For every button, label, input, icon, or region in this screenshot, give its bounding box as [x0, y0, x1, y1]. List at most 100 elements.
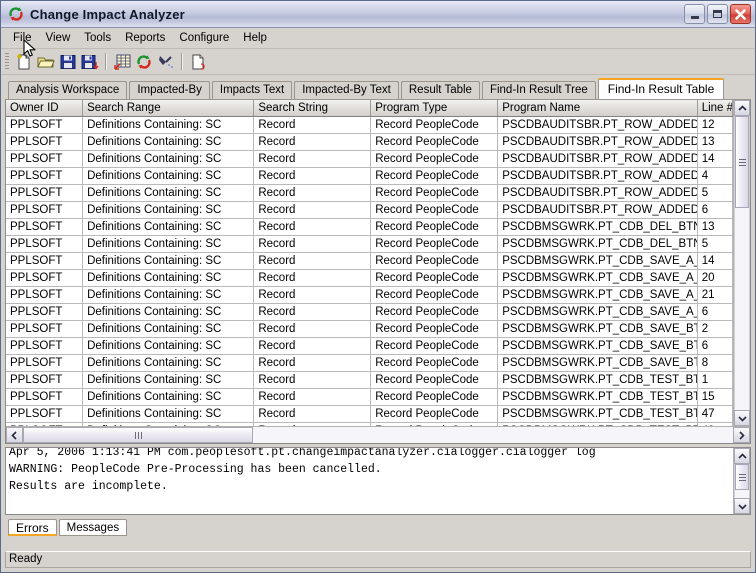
- log-tab-errors[interactable]: Errors: [8, 519, 57, 536]
- log-scroll-thumb[interactable]: [735, 464, 749, 490]
- tab-result-table[interactable]: Result Table: [400, 81, 480, 99]
- table-row[interactable]: PPLSOFT Definitions Containing: SC Recor…: [6, 150, 733, 168]
- table-row[interactable]: PPLSOFT Definitions Containing: SC Recor…: [6, 354, 733, 372]
- open-button[interactable]: [35, 51, 57, 73]
- cell-owner-id: PPLSOFT: [6, 252, 84, 270]
- menu-item-configure[interactable]: Configure: [172, 30, 236, 47]
- log-scroll-down-button[interactable]: [734, 498, 750, 514]
- cell-program-type: Record PeopleCode: [370, 405, 499, 423]
- table-horizontal-scrollbar[interactable]: [6, 426, 750, 443]
- toolbar-grip[interactable]: [5, 52, 9, 71]
- table-row[interactable]: PPLSOFT Definitions Containing: SC Recor…: [6, 388, 733, 406]
- tab-impacted-by[interactable]: Impacted-By: [129, 81, 210, 99]
- scroll-down-button[interactable]: [734, 410, 750, 426]
- table-row[interactable]: PPLSOFT Definitions Containing: SC Recor…: [6, 371, 733, 389]
- tab-find-in-result-table[interactable]: Find-In Result Table: [597, 78, 725, 99]
- scroll-thumb-vertical[interactable]: [735, 116, 749, 208]
- cell-owner-id: PPLSOFT: [6, 269, 84, 287]
- minimize-button[interactable]: [684, 4, 705, 24]
- table-row[interactable]: PPLSOFT Definitions Containing: SC Recor…: [6, 116, 733, 134]
- column-header-program-name[interactable]: Program Name: [497, 100, 698, 117]
- column-header-line-number[interactable]: Line #: [697, 100, 733, 117]
- column-header-program-type[interactable]: Program Type: [370, 100, 499, 117]
- scroll-up-button[interactable]: [734, 100, 750, 116]
- cell-program-type: Record PeopleCode: [370, 388, 499, 406]
- maximize-button[interactable]: [707, 4, 728, 24]
- column-header-search-string[interactable]: Search String: [253, 100, 372, 117]
- table-row[interactable]: PPLSOFT Definitions Containing: SC Recor…: [6, 286, 733, 304]
- save-button[interactable]: [57, 51, 79, 73]
- menu-item-reports[interactable]: Reports: [118, 30, 172, 47]
- cell-line-number: 4: [697, 167, 733, 185]
- cell-search-string: Record: [253, 354, 372, 372]
- compare-button[interactable]: [155, 51, 177, 73]
- table-body: PPLSOFT Definitions Containing: SC Recor…: [6, 116, 733, 426]
- cell-line-number: 5: [697, 184, 733, 202]
- column-header-owner-id[interactable]: Owner ID: [6, 100, 84, 117]
- cell-owner-id: PPLSOFT: [6, 337, 84, 355]
- scroll-thumb-horizontal[interactable]: [23, 427, 253, 443]
- cell-program-type: Record PeopleCode: [370, 337, 499, 355]
- table-row[interactable]: PPLSOFT Definitions Containing: SC Recor…: [6, 235, 733, 253]
- scroll-track-vertical[interactable]: [734, 116, 750, 410]
- tab-impacts-text[interactable]: Impacts Text: [211, 81, 293, 99]
- cell-search-range: Definitions Containing: SC: [82, 320, 255, 338]
- chevron-up-icon: [737, 104, 747, 111]
- table-row[interactable]: PPLSOFT Definitions Containing: SC Recor…: [6, 303, 733, 321]
- cell-program-name: PSCDBMSGWRK.PT_CDB_SAVE_A_B...: [497, 269, 698, 287]
- menu-item-file[interactable]: File: [6, 29, 39, 47]
- log-vertical-scrollbar[interactable]: [733, 448, 750, 514]
- menu-item-tools[interactable]: Tools: [77, 30, 118, 47]
- refresh-button[interactable]: [133, 51, 155, 73]
- result-table-button[interactable]: [111, 51, 133, 73]
- table-vertical-scrollbar[interactable]: [733, 100, 750, 426]
- tab-impacted-by-text[interactable]: Impacted-By Text: [294, 81, 399, 99]
- results-table: Owner ID Search Range Search String Prog…: [6, 100, 733, 426]
- log-scroll-up-button[interactable]: [734, 448, 750, 464]
- open-folder-icon: [37, 57, 55, 67]
- cell-program-type: Record PeopleCode: [370, 303, 499, 321]
- table-row[interactable]: PPLSOFT Definitions Containing: SC Recor…: [6, 133, 733, 151]
- table-row[interactable]: PPLSOFT Definitions Containing: SC Recor…: [6, 269, 733, 287]
- table-row[interactable]: PPLSOFT Definitions Containing: SC Recor…: [6, 337, 733, 355]
- scroll-right-button[interactable]: [733, 427, 750, 443]
- cell-search-string: Record: [253, 116, 372, 134]
- table-row[interactable]: PPLSOFT Definitions Containing: SC Recor…: [6, 252, 733, 270]
- menu-bar: File View Tools Reports Configure Help: [1, 28, 755, 49]
- table-row[interactable]: PPLSOFT Definitions Containing: SC Recor…: [6, 201, 733, 219]
- table-row[interactable]: PPLSOFT Definitions Containing: SC Recor…: [6, 218, 733, 236]
- column-header-search-range[interactable]: Search Range: [82, 100, 255, 117]
- cell-program-name: PSCDBMSGWRK.PT_CDB_DEL_BTN.Fi...: [497, 235, 698, 253]
- cell-owner-id: PPLSOFT: [6, 303, 84, 321]
- table-row[interactable]: PPLSOFT Definitions Containing: SC Recor…: [6, 320, 733, 338]
- table-row[interactable]: PPLSOFT Definitions Containing: SC Recor…: [6, 167, 733, 185]
- save-as-button[interactable]: [79, 51, 101, 73]
- cell-search-range: Definitions Containing: SC: [82, 150, 255, 168]
- cell-program-type: Record PeopleCode: [370, 218, 499, 236]
- report-button[interactable]: [187, 51, 209, 73]
- log-scroll-track[interactable]: [734, 464, 750, 498]
- log-tab-messages[interactable]: Messages: [58, 519, 128, 536]
- new-button[interactable]: [13, 51, 35, 73]
- tab-analysis-workspace[interactable]: Analysis Workspace: [8, 81, 128, 99]
- cell-search-range: Definitions Containing: SC: [82, 252, 255, 270]
- cell-search-range: Definitions Containing: SC: [82, 201, 255, 219]
- table-row[interactable]: PPLSOFT Definitions Containing: SC Recor…: [6, 184, 733, 202]
- scroll-track-horizontal[interactable]: [23, 427, 733, 443]
- table-header-row: Owner ID Search Range Search String Prog…: [6, 100, 733, 117]
- log-output-panel: Apr 5, 2006 1:13:41 PM com.peoplesoft.pt…: [5, 447, 751, 515]
- scroll-left-button[interactable]: [6, 427, 23, 443]
- grid-wrapper: Owner ID Search Range Search String Prog…: [6, 100, 750, 426]
- menu-item-view[interactable]: View: [39, 30, 78, 47]
- menu-item-help[interactable]: Help: [236, 30, 274, 47]
- cell-search-range: Definitions Containing: SC: [82, 167, 255, 185]
- log-line: Apr 5, 2006 1:13:41 PM com.peoplesoft.pt…: [9, 447, 596, 459]
- tab-find-in-result-tree[interactable]: Find-In Result Tree: [481, 81, 596, 99]
- log-text-area[interactable]: Apr 5, 2006 1:13:41 PM com.peoplesoft.pt…: [6, 447, 733, 514]
- cell-line-number: 2: [697, 320, 733, 338]
- cell-owner-id: PPLSOFT: [6, 184, 84, 202]
- report-page-icon: [192, 54, 205, 70]
- table-row[interactable]: PPLSOFT Definitions Containing: SC Recor…: [6, 405, 733, 423]
- close-button[interactable]: [730, 4, 751, 24]
- compare-icon: [159, 55, 173, 68]
